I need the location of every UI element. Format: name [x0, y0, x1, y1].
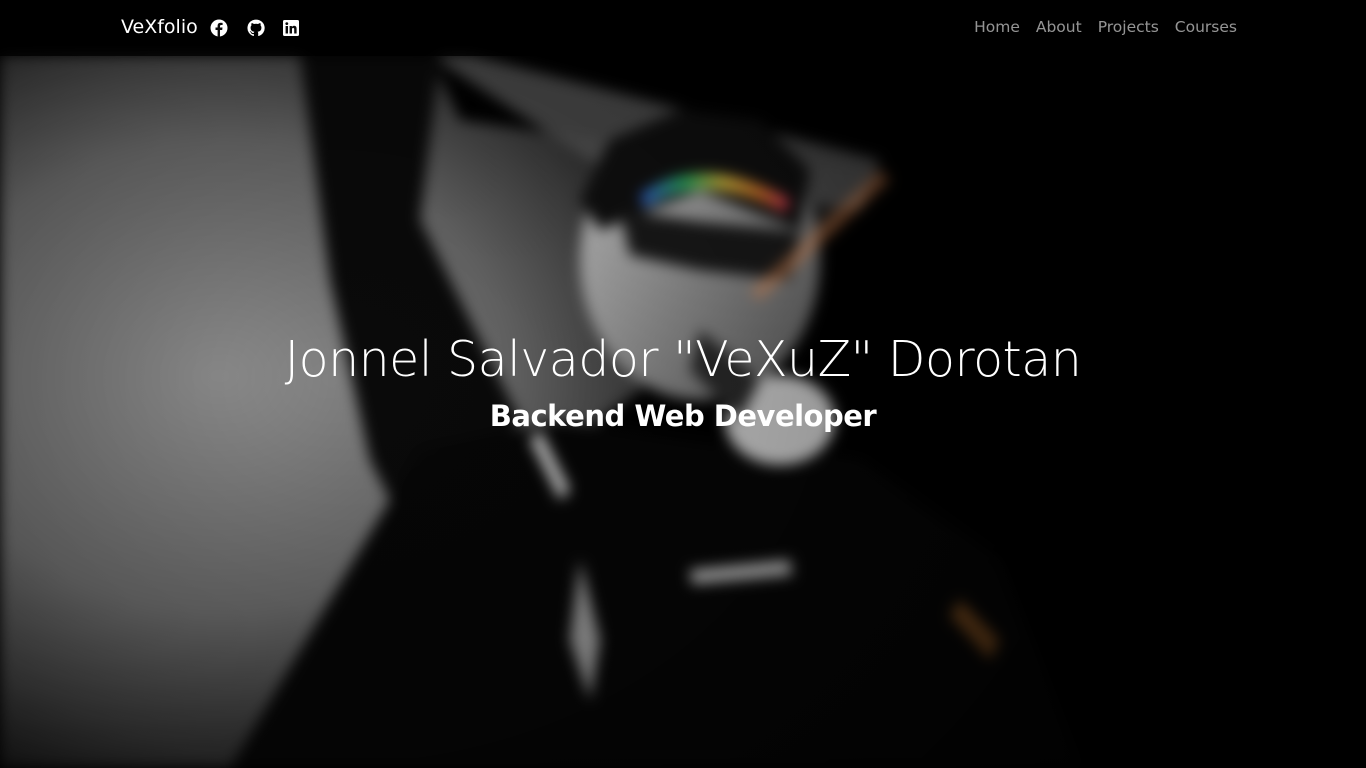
facebook-icon	[210, 19, 228, 37]
github-link[interactable]	[247, 19, 265, 37]
facebook-link[interactable]	[210, 19, 228, 37]
github-icon	[247, 19, 265, 37]
nav-links: Home About Projects Courses	[974, 18, 1237, 36]
hero-text: Jonnel Salvador "VeXuZ" Dorotan Backend …	[0, 328, 1366, 436]
nav-home[interactable]: Home	[974, 18, 1020, 36]
linkedin-link[interactable]	[282, 19, 300, 37]
hero-title: Jonnel Salvador "VeXuZ" Dorotan	[284, 331, 1082, 388]
hero-subtitle: Backend Web Developer	[489, 399, 877, 433]
nav-about[interactable]: About	[1036, 18, 1082, 36]
nav-projects[interactable]: Projects	[1098, 18, 1159, 36]
linkedin-icon	[282, 19, 300, 37]
brand-logo[interactable]: VeXfolio	[121, 16, 198, 38]
navbar: VeXfolio Home About Projects Courses	[0, 0, 1366, 56]
nav-courses[interactable]: Courses	[1175, 18, 1237, 36]
hero-section: VeXfolio Home About Projects Courses Jon…	[0, 0, 1366, 768]
